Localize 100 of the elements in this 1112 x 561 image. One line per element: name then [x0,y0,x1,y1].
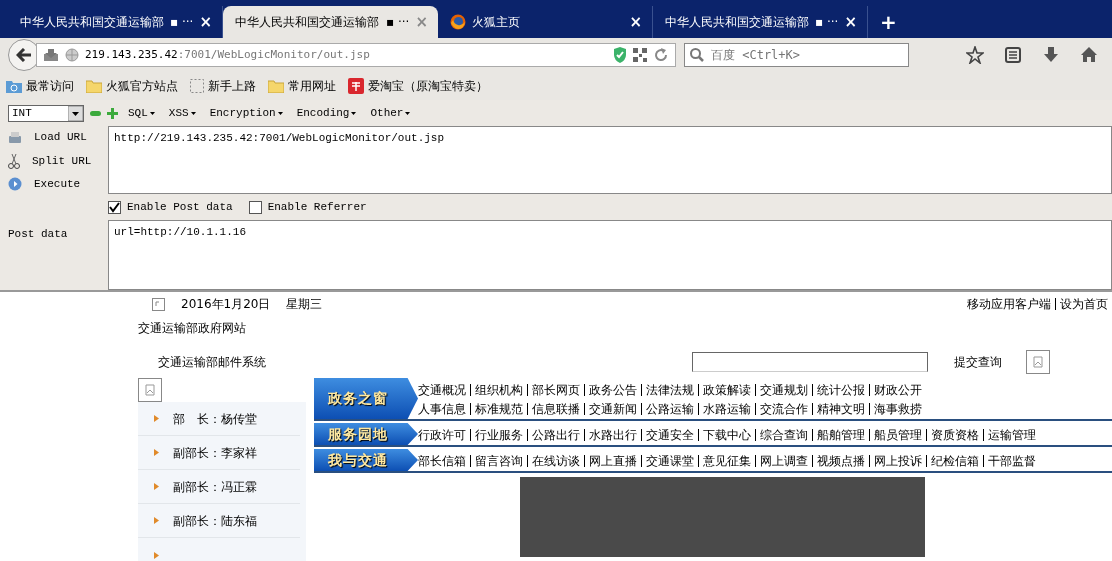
menu-button[interactable]: XSS [164,104,200,122]
broken-image-icon [152,297,165,311]
nav-link[interactable]: 船舶管理 [812,428,869,441]
nav-link[interactable]: 海事救捞 [869,402,926,415]
section-label: 服务园地 [314,423,418,445]
weekday-text: 星期三 [286,296,323,313]
nav-link[interactable]: 留言咨询 [470,454,527,467]
nav-link[interactable]: 公路出行 [527,428,584,441]
nav-link[interactable]: 网上投诉 [869,454,926,467]
top-link[interactable]: 移动应用客户端 [963,298,1055,310]
action-button[interactable]: Load URL [8,128,108,148]
nav-link[interactable]: 在线访谈 [527,454,584,467]
nav-link[interactable]: 信息联播 [527,402,584,415]
browser-tab[interactable]: 中华人民共和国交通运输部 ▪ ··· × [223,6,438,38]
nav-link[interactable]: 纪检信箱 [926,454,983,467]
leader-link[interactable]: 副部长：陆东福 [173,511,257,530]
nav-link[interactable]: 水路运输 [698,402,755,415]
leader-link[interactable]: 副部长：冯正霖 [173,477,257,496]
back-arrow-icon [16,48,32,62]
firefox-icon [450,14,466,30]
post-data-label: Post data [7,227,69,242]
checkbox[interactable] [108,200,121,214]
nav-link[interactable]: 交通安全 [641,428,698,441]
chevron-icon [154,449,159,456]
search-field[interactable]: 百度 <Ctrl+K> [684,43,909,67]
home-icon[interactable] [1080,46,1098,65]
bookmark-item[interactable]: 火狐官方站点 [86,77,178,95]
leader-link[interactable]: 副部长：李家祥 [173,443,257,462]
nav-link[interactable]: 标准规范 [470,402,527,415]
nav-link[interactable]: 人事信息 [418,402,470,415]
top-link[interactable]: 设为首页 [1055,298,1112,310]
check-icon [109,201,120,213]
folder-icon [268,79,284,93]
action-button[interactable]: Split URL [8,151,108,171]
folder-icon [86,79,102,93]
menu-button[interactable]: SQL [124,104,159,122]
nav-link[interactable]: 船员管理 [869,428,926,441]
nav-link[interactable]: 运输管理 [983,428,1040,441]
dropdown-arrow-icon [68,105,83,121]
close-button[interactable]: × [199,14,212,30]
nav-link[interactable]: 公路运输 [641,402,698,415]
nav-link[interactable]: 交通新闻 [584,402,641,415]
star-icon[interactable] [966,46,984,65]
mail-system-link[interactable]: 交通运输部邮件系统 [158,353,266,371]
nav-link[interactable]: 水路出行 [584,428,641,441]
nav-link[interactable]: 网上调查 [755,454,812,467]
nav-link[interactable]: 交通概况 [418,383,470,396]
bookmark-item[interactable]: 最常访问 [6,77,74,95]
nav-link[interactable]: 综合查询 [755,428,812,441]
nav-link[interactable]: 意见征集 [698,454,755,467]
globe-icon [65,48,79,62]
nav-link[interactable]: 交流合作 [755,402,812,415]
action-button[interactable]: Execute [8,174,108,194]
address-bar[interactable]: 219.143.235.42:7001/WebLogicMonitor/out.jsp [36,43,676,67]
nav-link[interactable]: 法律法规 [641,383,698,396]
nav-link[interactable]: 交通课堂 [641,454,698,467]
printer-icon [8,130,22,145]
close-button[interactable]: × [844,14,857,30]
post-data-textarea[interactable]: url=http://10.1.1.16 [108,220,1112,290]
chevron-icon [154,551,159,559]
bookmark-item[interactable]: 新手上路 [190,77,256,95]
nav-link[interactable]: 精神文明 [812,402,869,415]
close-button[interactable]: × [629,14,642,30]
search-input[interactable] [692,352,928,372]
qr-code-icon[interactable] [633,48,647,62]
nav-link[interactable]: 组织机构 [470,383,527,396]
menu-button[interactable]: Encryption [205,104,287,122]
type-dropdown[interactable]: INT [8,104,84,122]
nav-link[interactable]: 交通规划 [755,383,812,396]
nav-link[interactable]: 政务公告 [584,383,641,396]
nav-link[interactable]: 行业服务 [470,428,527,441]
nav-link[interactable]: 资质资格 [926,428,983,441]
menu-button[interactable]: Other [366,104,415,122]
caret-icon [351,111,357,115]
nav-link[interactable]: 统计公报 [812,383,869,396]
checkbox[interactable] [248,200,262,214]
leader-link[interactable]: 部 长：杨传堂 [173,409,257,428]
submit-query-button[interactable]: 提交查询 [954,353,1002,371]
date-text: 2016年1月20日 [181,296,271,313]
bookmark-item[interactable]: 常用网址 [268,77,336,95]
nav-link[interactable]: 干部监督 [983,454,1040,467]
list-icon[interactable] [1004,46,1022,65]
nav-link[interactable]: 财政公开 [869,383,926,396]
bookmark-item[interactable]: 爱淘宝（原淘宝特卖） [348,77,488,95]
nav-link[interactable]: 部长网页 [527,383,584,396]
chevron-icon [154,415,159,422]
checkbox-label: Enable Post data [127,199,233,215]
nav-link[interactable]: 网上直播 [584,454,641,467]
reload-icon[interactable] [653,47,669,63]
nav-link[interactable]: 视频点播 [812,454,869,467]
nav-link[interactable]: 政策解读 [698,383,755,396]
scissors-icon [8,153,20,169]
new-tab-button[interactable]: + [868,6,909,38]
nav-link[interactable]: 部长信箱 [418,454,470,467]
caret-icon [405,111,411,115]
nav-link[interactable]: 下载中心 [698,428,755,441]
caret-icon [149,111,155,115]
nav-link[interactable]: 行政许可 [418,428,470,441]
url-textarea[interactable]: http://219.143.235.42:7001/WebLogicMonitor/out.jsp [108,126,1112,194]
menu-button[interactable]: Encoding [292,104,361,122]
